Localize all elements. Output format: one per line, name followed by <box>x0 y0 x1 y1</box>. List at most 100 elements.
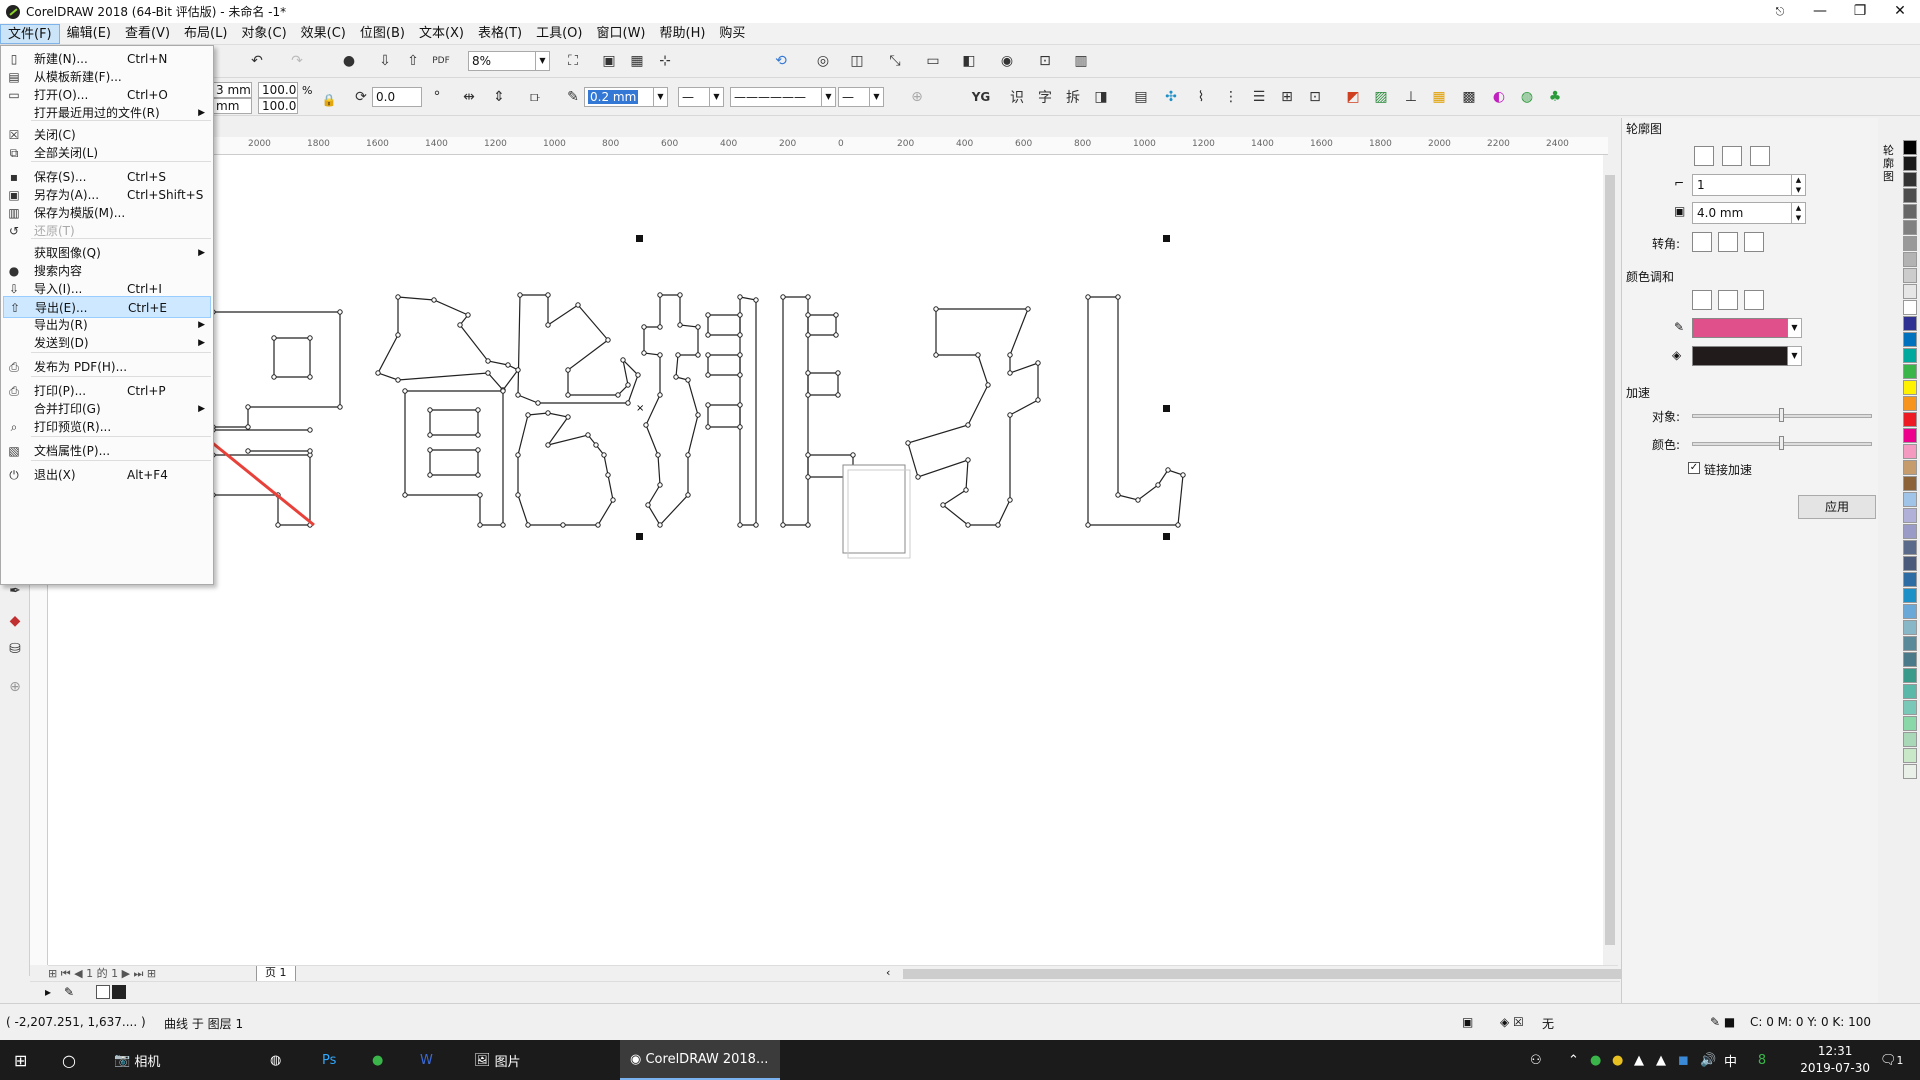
outline-node[interactable] <box>985 382 991 388</box>
selection-handle-br[interactable] <box>1163 533 1170 540</box>
outline-node[interactable] <box>933 352 939 358</box>
outline-node[interactable] <box>395 294 401 300</box>
outline-node[interactable] <box>657 352 663 358</box>
outline-node[interactable] <box>395 377 401 383</box>
outline-node[interactable] <box>245 424 251 430</box>
menu-layout[interactable]: 布局(L) <box>177 24 234 44</box>
plugin-icon-5[interactable]: ◧ <box>958 50 980 72</box>
object-accel-knob[interactable] <box>1779 408 1784 422</box>
palette-swatch[interactable] <box>1903 364 1917 379</box>
outline-node[interactable] <box>1180 472 1186 478</box>
object-height-field[interactable]: mm <box>212 98 252 114</box>
wechat-tray-icon[interactable]: ● <box>1590 1040 1601 1080</box>
palette-swatch[interactable] <box>1903 396 1917 411</box>
plugin-icon-3[interactable]: ⤡ <box>884 50 906 72</box>
photoshop-icon[interactable]: Ps <box>322 1040 336 1080</box>
eyedropper-icon[interactable]: ✎ <box>64 985 74 999</box>
plugin-icon-1[interactable]: ◎ <box>812 50 834 72</box>
link-accel-checkbox[interactable]: ✓ <box>1688 462 1700 474</box>
vertical-scrollbar[interactable] <box>1603 155 1617 965</box>
corner-round-icon[interactable] <box>1718 232 1738 252</box>
outline-node[interactable] <box>833 332 839 338</box>
outline-color-dropdown-icon[interactable]: ▼ <box>1788 318 1802 338</box>
outline-node[interactable] <box>737 352 743 358</box>
outline-node[interactable] <box>1085 294 1091 300</box>
black-swatch[interactable] <box>112 985 126 999</box>
plugin-tool-icon-1[interactable]: ◨ <box>1090 86 1112 108</box>
corner-miter-icon[interactable] <box>1692 232 1712 252</box>
outline-node[interactable] <box>427 407 433 413</box>
outline-node[interactable] <box>565 367 571 373</box>
full-screen-preview-icon[interactable]: ▣ <box>598 50 620 72</box>
outline-node[interactable] <box>275 522 281 528</box>
outline-node[interactable] <box>677 322 683 328</box>
palette-swatch[interactable] <box>1903 652 1917 667</box>
outline-node[interactable] <box>965 522 971 528</box>
undo-icon[interactable]: ↶ <box>246 50 268 72</box>
steps-spinner[interactable]: ▲ ▼ <box>1792 174 1806 196</box>
contour-inside-icon[interactable] <box>1722 146 1742 166</box>
outline-node[interactable] <box>601 452 607 458</box>
outline-node[interactable] <box>427 472 433 478</box>
outline-node[interactable] <box>975 352 981 358</box>
end-arrowhead-dropdown-icon[interactable]: ▼ <box>870 87 884 107</box>
palette-swatch[interactable] <box>1903 220 1917 235</box>
outline-node[interactable] <box>657 522 663 528</box>
fill-indicator-icon[interactable]: ◈ ☒ <box>1500 1015 1524 1029</box>
palette-swatch[interactable] <box>1903 460 1917 475</box>
tray-expand-icon[interactable]: ⌃ <box>1568 1040 1579 1080</box>
plugin-tool-icon-4[interactable]: ⌇ <box>1190 86 1212 108</box>
outline-node[interactable] <box>271 335 277 341</box>
plugin-tool-icon-7[interactable]: ⊞ <box>1276 86 1298 108</box>
outline-node[interactable] <box>705 372 711 378</box>
palette-swatch[interactable] <box>1903 332 1917 347</box>
close-button[interactable]: ✕ <box>1880 0 1920 23</box>
outline-node[interactable] <box>465 312 471 318</box>
outline-node[interactable] <box>1175 522 1181 528</box>
tray-app-icon-2[interactable]: ▲ <box>1634 1040 1644 1080</box>
outline-node[interactable] <box>657 324 663 330</box>
outline-node[interactable] <box>585 432 591 438</box>
palette-arrow-icon[interactable]: ▸ <box>45 985 51 999</box>
outline-node[interactable] <box>705 424 711 430</box>
corel-connect-icon[interactable]: ⟲ <box>770 50 792 72</box>
outline-node[interactable] <box>705 402 711 408</box>
drawing-canvas[interactable]: × <box>48 155 1603 965</box>
outline-node[interactable] <box>545 322 551 328</box>
plugin-recognize-icon[interactable]: 识 <box>1006 86 1028 108</box>
outline-width-field[interactable]: 0.2 mm <box>584 87 654 107</box>
outline-node[interactable] <box>905 440 911 446</box>
fill-color-dropdown-icon[interactable]: ▼ <box>1788 346 1802 366</box>
palette-swatch[interactable] <box>1903 684 1917 699</box>
palette-swatch[interactable] <box>1903 604 1917 619</box>
outline-node[interactable] <box>500 388 506 394</box>
outline-node[interactable] <box>427 432 433 438</box>
palette-swatch[interactable] <box>1903 300 1917 315</box>
outline-node[interactable] <box>593 442 599 448</box>
outline-node[interactable] <box>271 374 277 380</box>
outline-node[interactable] <box>535 400 541 406</box>
outline-node[interactable] <box>685 377 691 383</box>
fill-color-swatch[interactable] <box>1692 346 1788 366</box>
outline-node[interactable] <box>737 372 743 378</box>
start-arrowhead-dropdown-icon[interactable]: ▼ <box>710 87 724 107</box>
palette-swatch[interactable] <box>1903 492 1917 507</box>
plugin-icon-6[interactable]: ◉ <box>996 50 1018 72</box>
outline-node[interactable] <box>375 370 381 376</box>
outline-node[interactable] <box>565 392 571 398</box>
cortana-icon[interactable]: ○ <box>62 1040 76 1080</box>
outline-node[interactable] <box>427 447 433 453</box>
page-navigator[interactable]: ⊞ ⏮ ◀ 1 的 1 ▶ ⏭ ⊞ <box>48 966 156 982</box>
rotation-field[interactable]: 0.0 <box>372 87 422 107</box>
linear-blend-icon[interactable] <box>1692 290 1712 310</box>
taskbar-app-icon-1[interactable]: ◍ <box>270 1040 281 1080</box>
outline-node[interactable] <box>337 309 343 315</box>
outline-node[interactable] <box>657 292 663 298</box>
taskbar-camera[interactable]: 📷 相机 <box>106 1040 168 1080</box>
outline-node[interactable] <box>655 452 661 458</box>
plugin-tool-icon-14[interactable]: ◐ <box>1488 86 1510 108</box>
show-grid-icon[interactable]: ▦ <box>626 50 648 72</box>
outline-node[interactable] <box>1007 497 1013 503</box>
plugin-tool-icon-16[interactable]: ♣ <box>1544 86 1566 108</box>
outline-node[interactable] <box>657 392 663 398</box>
